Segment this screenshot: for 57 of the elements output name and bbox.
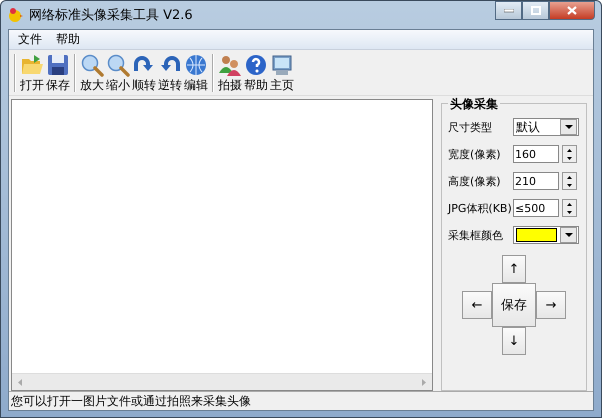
spinner-buttons[interactable] [562,172,577,190]
field-label: 高度(像素) [448,174,502,188]
down-icon [567,156,572,160]
down-icon [567,210,572,214]
toolbar-button[interactable]: 帮助 [243,53,269,92]
scroll-left-icon [17,378,24,386]
toolbar-button[interactable]: 放大 [79,53,105,92]
toolbar-button[interactable]: 缩小 [105,53,131,92]
number-field[interactable]: 210 [513,172,559,190]
minimize-icon [504,8,514,12]
people-icon [218,53,242,77]
field-label: JPG体积(KB) [448,200,512,216]
computer-icon [270,53,294,77]
move-left-button[interactable]: ← [462,291,492,319]
menu-item[interactable]: 帮助 [49,31,87,48]
up-icon [567,202,572,206]
field-label: 采集框颜色 [448,228,504,242]
toolbar-button[interactable]: 保存 [45,53,71,92]
spinner-buttons[interactable] [562,145,577,163]
toolbar-button[interactable]: 逆转 [157,53,183,92]
status-text: 您可以打开一图片文件或通过拍照来采集头像 [11,392,251,410]
field-label: 尺寸类型 [448,120,493,134]
down-icon [567,184,572,186]
caret-icon [564,232,572,238]
scroll-right-icon [420,378,427,386]
up-icon [567,176,572,178]
up-icon [567,148,572,152]
spinner-buttons[interactable] [562,199,577,217]
caret-icon [564,124,572,130]
toolbar-button[interactable]: 顺转 [131,53,157,92]
folder-icon [20,53,44,77]
number-field[interactable]: 160 [513,145,559,163]
group-title: 头像采集 [448,96,500,113]
number-field[interactable]: ≤500 [513,199,559,217]
move-up-button[interactable]: ↑ [502,255,526,283]
chick-icon [7,7,23,23]
move-down-button[interactable]: ↓ [502,327,526,355]
toolbar-button[interactable]: 主页 [269,53,295,92]
horizontal-scrollbar[interactable] [12,373,432,390]
close-icon [567,6,577,15]
minimize-button[interactable] [495,1,522,20]
move-right-button[interactable]: → [536,291,566,319]
toolbar-button[interactable]: 打开 [19,53,45,92]
magnifier-icon [80,53,104,77]
help-icon [244,53,268,77]
close-button[interactable] [549,1,595,20]
save-button[interactable]: 保存 [492,283,536,327]
toolbar-button[interactable]: 编辑 [183,53,209,92]
color-dropdown[interactable] [513,226,579,244]
size-type-dropdown[interactable]: 默认 [513,118,579,136]
toolbar-button[interactable]: 拍摄 [217,53,243,92]
field-label: 宽度(像素) [448,146,502,162]
maximize-button[interactable] [522,1,549,20]
menu-item[interactable]: 文件 [11,31,49,48]
maximize-icon [530,6,540,15]
magnifier-icon [106,53,130,77]
window-title: 网络标准头像采集工具 V2.6 [29,7,193,24]
